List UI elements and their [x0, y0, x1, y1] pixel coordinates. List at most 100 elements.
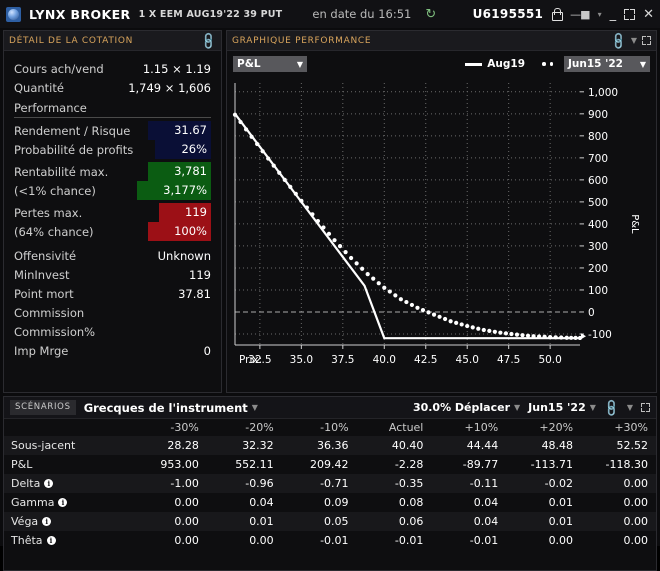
scenarios-table-head: -30% -20% -10% Actuel +10% +20% +30% — [4, 419, 656, 436]
table-cell: 0.00 — [623, 515, 649, 528]
pin-chevron-down-icon[interactable]: ▾ — [598, 10, 602, 19]
expand-icon[interactable] — [642, 36, 651, 45]
as-of-time: en date du 16:51 — [312, 7, 412, 21]
table-cell: 209.42 — [310, 458, 349, 471]
x-axis-tick-label: 42.5 — [414, 354, 437, 366]
table-col-header: +20% — [539, 421, 574, 434]
table-cell: 44.44 — [466, 439, 499, 452]
y-axis-tick-label: 300 — [588, 241, 608, 253]
expiry-select[interactable]: Jun15 '22 ▼ — [564, 56, 650, 72]
shift-select[interactable]: 30.0% Déplacer ▼ — [413, 401, 520, 414]
y-axis-tick-label: 100 — [588, 285, 608, 297]
scenarios-expiry-label: Jun15 '22 — [528, 401, 586, 414]
table-cell: -1.00 — [170, 477, 199, 490]
scenarios-title-select[interactable]: Grecques de l'instrument ▼ — [84, 401, 258, 415]
row-label: Point mort — [14, 286, 74, 301]
y-axis-tick-label: -100 — [588, 329, 612, 341]
table-cell: 0.00 — [174, 515, 199, 528]
table-row[interactable]: Delta i -1.00 -0.96 -0.71 -0.35 -0.11 -0.02 0.00 — [4, 474, 656, 493]
table-cell: 0.08 — [398, 496, 424, 509]
chart-plot-area[interactable]: 1,000 900 800 700 600 500 400 300 200 100 0 -100 P&L… — [227, 77, 656, 387]
quote-row-bid-ask: Cours ach/vend 1.15 × 1.19 — [14, 59, 211, 78]
table-cell: 552.11 — [235, 458, 274, 471]
table-cell: 0.00 — [623, 534, 649, 547]
refresh-icon[interactable]: ↻ — [425, 8, 436, 21]
account-number: U6195551 — [472, 7, 544, 21]
row-label: (64% chance) — [14, 224, 94, 239]
row-value: 26% — [155, 140, 211, 159]
quote-detail-body: Cours ach/vend 1.15 × 1.19 Quantité 1,74… — [4, 51, 221, 360]
expiry-select-value: Jun15 '22 — [568, 58, 623, 70]
table-cell: 36.36 — [317, 439, 349, 452]
table-col-header: -30% — [170, 421, 199, 434]
row-label: Gamma i — [4, 493, 132, 512]
table-cell: -0.35 — [394, 477, 424, 490]
pin-icon[interactable]: —■ — [570, 8, 590, 21]
table-cell: 0.00 — [249, 534, 274, 547]
chevron-down-icon[interactable]: ▼ — [631, 36, 637, 45]
brand-label: LYNX BROKER — [29, 6, 131, 22]
metric-select[interactable]: P&L ▼ — [233, 56, 307, 72]
x-axis-tick-label: 47.5 — [497, 354, 520, 366]
link-icon[interactable]: 🔗 — [198, 30, 218, 50]
max-loss-chance-row: (64% chance) 100% — [14, 222, 211, 241]
tab-scenarios[interactable]: SCÉNARIOS — [10, 400, 76, 415]
table-col-header: Actuel — [388, 421, 424, 434]
close-button[interactable]: ✕ — [643, 7, 654, 22]
row-value: 119 — [159, 203, 211, 222]
table-row[interactable]: Véga i 0.00 0.01 0.05 0.06 0.04 0.01 0.00 — [4, 512, 656, 531]
info-icon[interactable]: i — [58, 498, 68, 507]
table-cell: 953.00 — [160, 458, 199, 471]
table-row[interactable]: Sous-jacent 28.28 32.32 36.36 40.40 44.44 48.4… — [4, 436, 656, 455]
row-label: Commission% — [14, 324, 96, 339]
table-cell: -0.01 — [394, 534, 424, 547]
quote-detail-panel: DÉTAIL DE LA COTATION 🔗 Cours ach/vend 1… — [3, 30, 222, 393]
quote-row-quantity: Quantité 1,749 × 1,606 — [14, 78, 211, 97]
table-cell: 0.06 — [398, 515, 424, 528]
x-axis-tick-label: 35.0 — [290, 354, 313, 366]
table-cell: -113.71 — [530, 458, 574, 471]
shift-label: 30.0% Déplacer — [412, 401, 510, 414]
row-value: Unknown — [157, 248, 211, 263]
max-profit-row: Rentabilité max. 3,781 — [14, 162, 211, 181]
scenarios-header: SCÉNARIOS Grecques de l'instrument ▼ 30.… — [4, 397, 656, 419]
link-icon[interactable]: 🔗 — [608, 30, 628, 50]
minimize-button[interactable]: _ — [610, 7, 617, 22]
maximize-button[interactable] — [624, 8, 636, 20]
quote-row-mininvest: MinInvest 119 — [14, 265, 211, 284]
y-axis-tick-label: 0 — [588, 307, 595, 319]
legend-line-swatch — [465, 62, 483, 66]
expand-icon[interactable] — [641, 403, 650, 412]
series-line-Aug19 — [234, 113, 580, 340]
table-cell: 40.40 — [391, 439, 424, 452]
chevron-down-icon: ▼ — [514, 403, 521, 412]
table-cell: -89.77 — [462, 458, 499, 471]
row-label: Thêta i — [4, 531, 132, 550]
scenarios-expiry-select[interactable]: Jun15 '22 ▼ — [528, 401, 596, 414]
quote-row-commission-percent: Commission% — [14, 322, 211, 341]
row-label: MinInvest — [14, 267, 70, 282]
link-icon[interactable]: 🔗 — [601, 397, 621, 417]
table-cell: 28.28 — [167, 439, 199, 452]
table-cell: 0.04 — [473, 515, 499, 528]
table-cell: 32.32 — [242, 439, 274, 452]
metric-select-value: P&L — [237, 58, 261, 70]
table-cell: 0.01 — [548, 496, 574, 509]
title-bar: LYNX BROKER 1 X EEM AUG19'22 39 PUT en d… — [0, 0, 660, 28]
max-loss-row: Pertes max. 119 — [14, 203, 211, 222]
info-icon[interactable]: i — [46, 536, 56, 545]
x-axis-title: Prix: — [239, 354, 262, 366]
x-axis-tick-label: 37.5 — [331, 354, 354, 366]
info-icon[interactable]: i — [42, 517, 52, 526]
lock-icon[interactable] — [551, 7, 564, 21]
perf-row-profit-probability: Probabilité de profits 26% — [14, 140, 211, 159]
row-label: Rentabilité max. — [14, 164, 109, 179]
row-label: Sous-jacent — [11, 439, 76, 452]
chevron-down-icon[interactable]: ▼ — [627, 403, 633, 412]
row-value: 3,781 — [148, 162, 211, 181]
table-row[interactable]: Gamma i 0.00 0.04 0.09 0.08 0.04 0.01 0.00 — [4, 493, 656, 512]
y-axis-tick-label: 600 — [588, 175, 608, 187]
table-row[interactable]: P&L 953.00 552.11 209.42 -2.28 -89.77 -113.71 -… — [4, 455, 656, 474]
info-icon[interactable]: i — [44, 479, 54, 488]
table-row[interactable]: Thêta i 0.00 0.00 -0.01 -0.01 -0.01 0.00 0.00 — [4, 531, 656, 550]
